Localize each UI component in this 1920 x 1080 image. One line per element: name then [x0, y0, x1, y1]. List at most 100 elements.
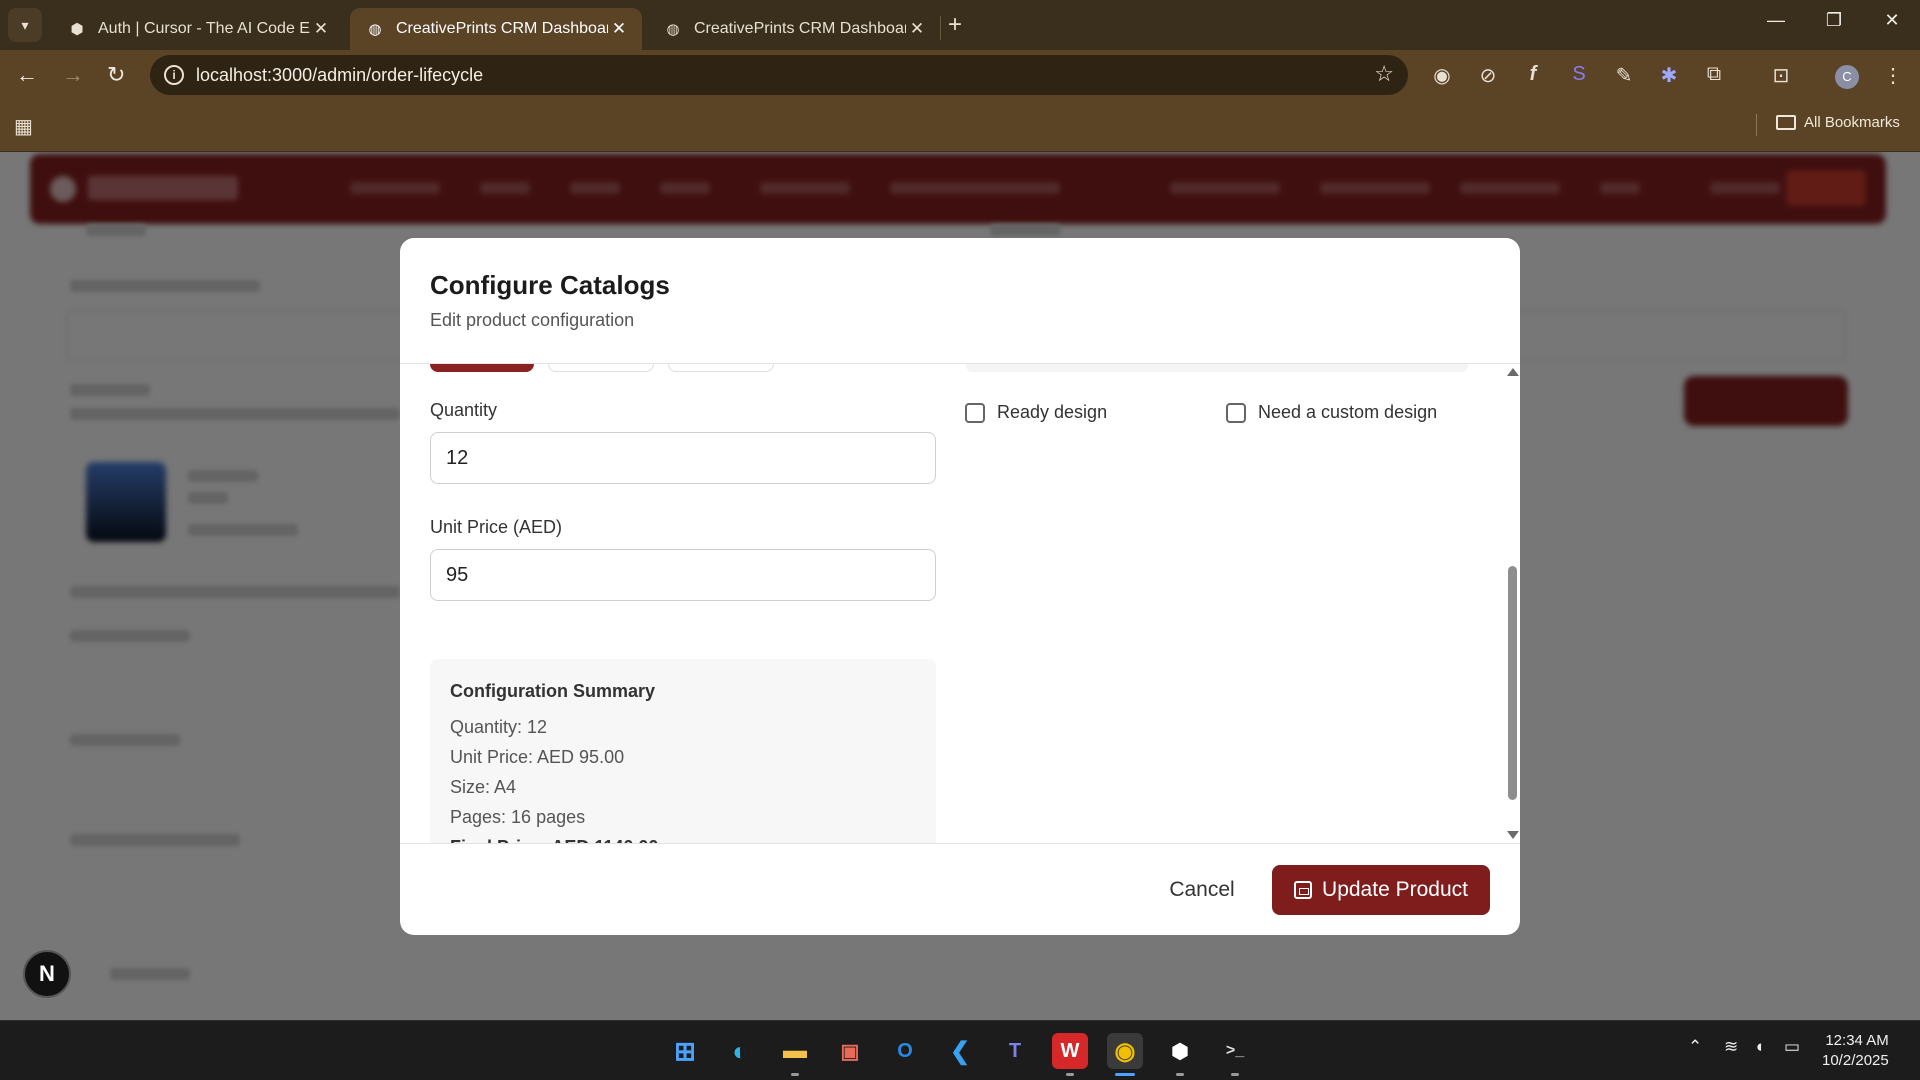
edge-icon[interactable]: ◐ [722, 1033, 758, 1069]
tab-title: CreativePrints CRM Dashboard [694, 20, 906, 37]
clock-time: 12:34 AM [1825, 1032, 1889, 1049]
close-tab-icon[interactable]: ✕ [906, 19, 928, 39]
tab-divider [940, 16, 941, 40]
summary-quantity: Quantity: 12 [450, 717, 548, 737]
outlook-icon[interactable]: O [887, 1033, 923, 1069]
close-tab-icon[interactable]: ✕ [608, 19, 630, 39]
file-explorer-icon[interactable]: ▬ [777, 1033, 813, 1069]
bookmarks-divider [1756, 114, 1757, 136]
bookmark-star-icon[interactable]: ☆ [1374, 61, 1394, 87]
summary-size: Size: A4 [450, 777, 517, 797]
globe-icon: ◍ [666, 21, 680, 38]
bookmarks-bar: ▦ All Bookmarks [0, 100, 1920, 152]
scroll-down-arrow-icon[interactable] [1507, 831, 1519, 839]
dialog-scrollbar[interactable] [1504, 364, 1520, 843]
forward-arrow-icon[interactable]: → [62, 62, 84, 88]
ready-design-label: Ready design [997, 402, 1108, 422]
close-tab-icon[interactable]: ✕ [310, 19, 332, 39]
compass-extension-icon[interactable]: ⊘ [1475, 63, 1501, 88]
custom-design-option[interactable]: Need a custom design [1226, 402, 1437, 423]
configuration-summary: Configuration Summary Quantity: 12 Unit … [430, 659, 936, 843]
wifi-icon[interactable]: ≋ [1724, 1037, 1738, 1057]
globe-icon: ◍ [368, 21, 382, 38]
eyedropper-extension-icon[interactable]: ✎ [1611, 63, 1637, 88]
running-indicator [791, 1073, 799, 1076]
running-indicator [1176, 1073, 1184, 1076]
folder-icon [1776, 115, 1796, 130]
apps-grid-icon[interactable]: ▦ [14, 114, 33, 139]
option-chip[interactable] [548, 364, 654, 372]
quantity-label: Quantity [430, 400, 498, 420]
address-bar[interactable]: i localhost:3000/admin/order-lifecycle ☆ [150, 55, 1408, 95]
summary-pages: Pages: 16 pages [450, 807, 586, 827]
tab-strip: ▾ ⬢ Auth | Cursor - The AI Code Edi ✕ ◍ … [0, 0, 1920, 50]
option-chip-selected[interactable] [430, 364, 534, 372]
summary-final-price: Final Price: AED 1140.00 [450, 832, 916, 843]
tab-crm-dashboard-active[interactable]: ◍ CreativePrints CRM Dashboard ✕ [350, 8, 642, 50]
back-arrow-icon[interactable]: ← [16, 62, 38, 88]
system-clock[interactable]: 12:34 AM 10/2/2025 [1822, 1031, 1889, 1071]
update-product-label: Update Product [1322, 878, 1468, 901]
site-info-icon[interactable]: i [164, 65, 184, 85]
camera-extension-icon[interactable]: ◉ [1429, 63, 1455, 88]
cursor-app-icon[interactable]: ⬢ [1162, 1033, 1198, 1069]
url-text[interactable]: localhost:3000/admin/order-lifecycle [196, 65, 483, 86]
running-indicator [1231, 1073, 1239, 1076]
show-hidden-icons-chevron-icon[interactable]: ⌃ [1688, 1037, 1702, 1057]
s-extension-icon[interactable]: S [1566, 63, 1592, 86]
new-tab-button[interactable]: + [948, 11, 962, 39]
save-icon [1294, 881, 1313, 899]
nextjs-dev-indicator[interactable]: N [23, 950, 71, 998]
all-bookmarks-button[interactable]: All Bookmarks [1776, 114, 1900, 131]
more-menu-icon[interactable]: ⋮ [1880, 63, 1906, 88]
tab-crm-dashboard[interactable]: ◍ CreativePrints CRM Dashboard ✕ [648, 8, 940, 50]
option-chip[interactable] [668, 364, 774, 372]
tab-title: CreativePrints CRM Dashboard [396, 20, 608, 37]
custom-design-checkbox[interactable] [1226, 402, 1246, 423]
microsoft-store-icon[interactable]: ▣ [832, 1033, 868, 1069]
scroll-up-arrow-icon[interactable] [1507, 368, 1519, 376]
minimize-icon[interactable]: — [1756, 10, 1796, 31]
scroll-thumb[interactable] [1508, 566, 1517, 800]
chrome-icon[interactable]: ◉ [1107, 1033, 1143, 1069]
battery-icon[interactable]: ▭ [1784, 1037, 1800, 1057]
close-window-icon[interactable]: ✕ [1872, 10, 1912, 31]
browser-toolbar: ← → ↻ i localhost:3000/admin/order-lifec… [0, 50, 1920, 100]
teams-icon[interactable]: T [997, 1033, 1033, 1069]
tab-search-button[interactable]: ▾ [8, 8, 42, 42]
quantity-input[interactable] [430, 432, 936, 484]
ready-design-option[interactable]: Ready design [965, 402, 1107, 423]
extensions-puzzle-icon[interactable]: ⧉ [1701, 63, 1727, 86]
dialog-title: Configure Catalogs [430, 270, 670, 300]
cancel-button[interactable]: Cancel [1152, 865, 1252, 915]
all-bookmarks-label: All Bookmarks [1804, 114, 1900, 131]
clock-date: 10/2/2025 [1822, 1052, 1889, 1069]
windows-start-icon[interactable]: ⊞ [667, 1033, 703, 1069]
profile-avatar[interactable]: C [1835, 65, 1859, 89]
volume-icon[interactable]: ◖ [1754, 1037, 1764, 1057]
option-panel [966, 364, 1468, 372]
wps-office-icon[interactable]: W [1052, 1033, 1088, 1069]
custom-design-label: Need a custom design [1258, 402, 1438, 422]
ready-design-checkbox[interactable] [965, 402, 985, 423]
tab-cursor-auth[interactable]: ⬢ Auth | Cursor - The AI Code Edi ✕ [52, 8, 344, 50]
configure-catalogs-dialog: Configure Catalogs Edit product configur… [400, 238, 1520, 935]
restore-icon[interactable]: ❐ [1814, 10, 1854, 31]
dialog-scroll-body[interactable]: Quantity Unit Price (AED) Ready design N… [400, 364, 1504, 843]
vscode-icon[interactable]: ❮ [942, 1033, 978, 1069]
summary-heading: Configuration Summary [450, 681, 656, 701]
summary-unit-price: Unit Price: AED 95.00 [450, 747, 625, 767]
dialog-footer-divider [400, 843, 1520, 844]
unit-price-input[interactable] [430, 549, 936, 601]
active-indicator [1115, 1073, 1135, 1076]
windows-taskbar: ⊞ ◐ ▬ ▣ O ❮ T W ◉ ⬢ >_ ⌃ ≋ ◖ ▭ 12:34 AM … [0, 1020, 1920, 1080]
terminal-icon[interactable]: >_ [1217, 1033, 1253, 1069]
gear-extension-icon[interactable]: ✱ [1656, 63, 1682, 88]
formula-extension-icon[interactable]: f [1520, 63, 1546, 86]
update-product-button[interactable]: Update Product [1272, 865, 1490, 915]
cursor-icon: ⬢ [70, 21, 84, 38]
screenshot-icon[interactable]: ⊡ [1768, 63, 1794, 88]
dialog-subtitle: Edit product configuration [430, 310, 635, 330]
running-indicator [1066, 1073, 1074, 1076]
reload-icon[interactable]: ↻ [107, 62, 125, 88]
